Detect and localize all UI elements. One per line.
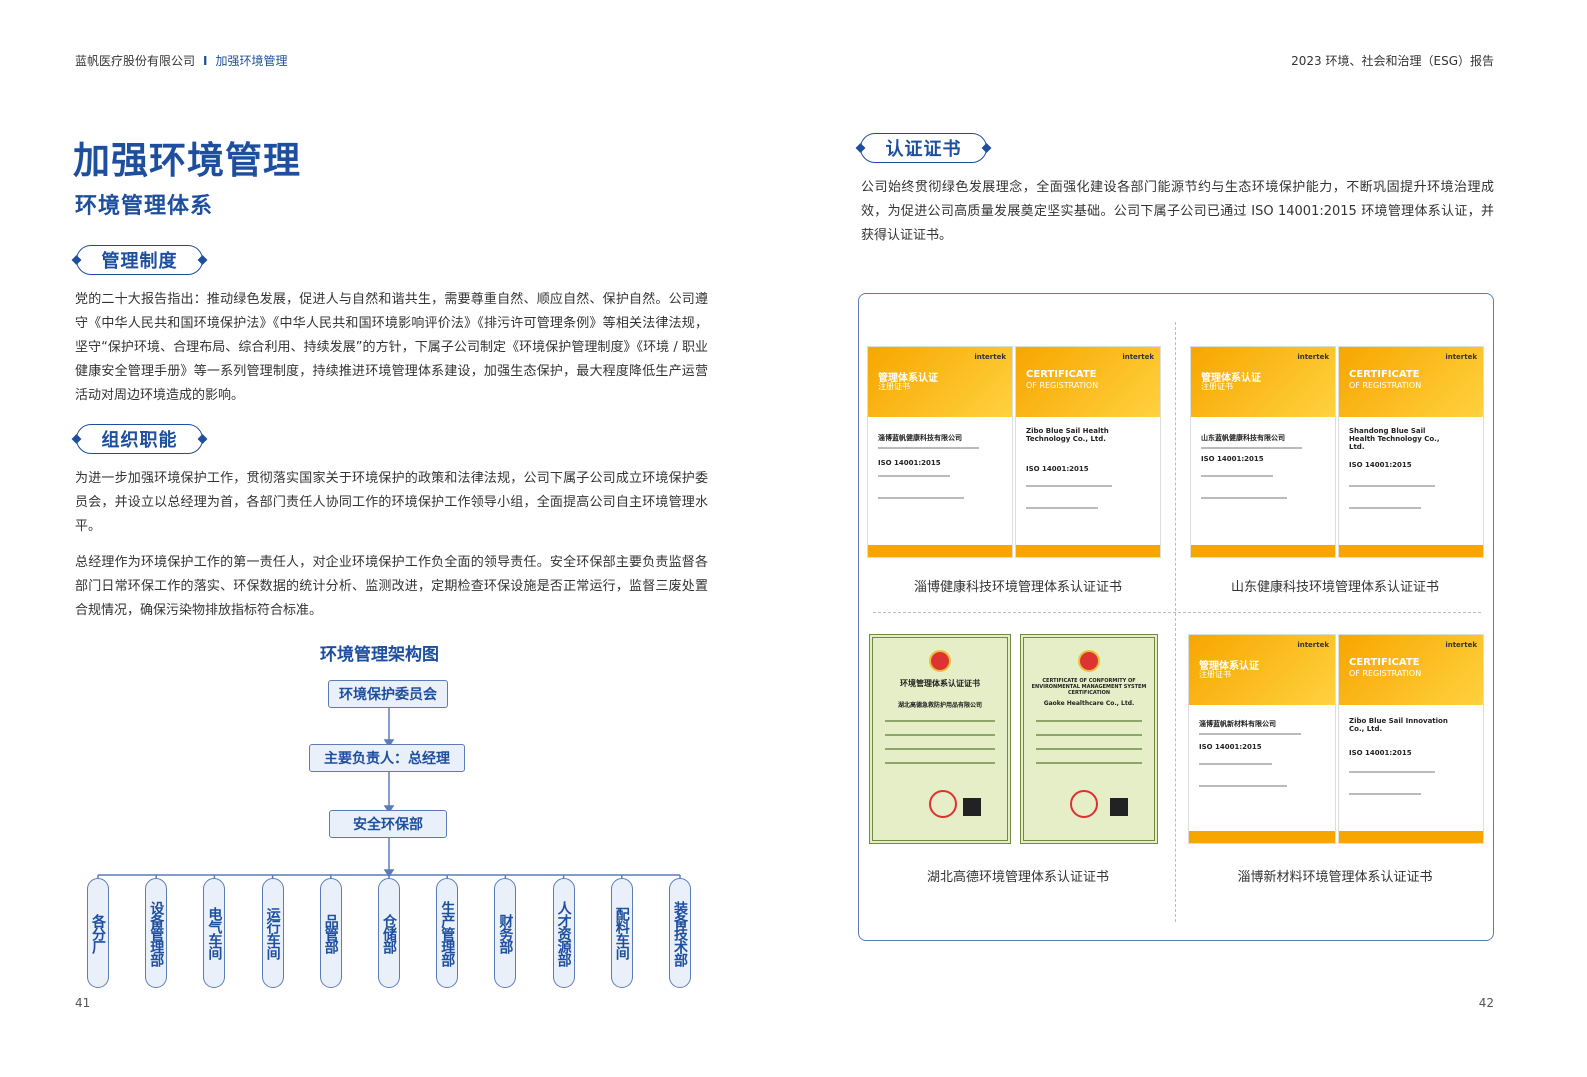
panel-divider-horizontal bbox=[873, 612, 1481, 613]
org-unit-5: 品管部 bbox=[319, 878, 342, 988]
org-unit-9: 人才资源部 bbox=[552, 878, 575, 988]
page-number-right: 42 bbox=[1478, 996, 1494, 1010]
cert-4-en: CERTIFICATE OF REGISTRATION intertek Zibo… bbox=[1338, 634, 1484, 844]
cert-3-caption: 湖北高德环境管理体系认证证书 bbox=[926, 870, 1109, 885]
org-unit-4: 运行车间 bbox=[261, 878, 284, 988]
org-box-safety-env-dept: 安全环保部 bbox=[329, 810, 447, 838]
report-name: 2023 环境、社会和治理（ESG）报告 bbox=[1291, 54, 1494, 68]
org-unit-2: 设备管理部 bbox=[145, 878, 168, 988]
org-unit-3: 电气车间 bbox=[203, 878, 226, 988]
cert-1-cn: 管理体系认证 注册证书 intertek 淄博蓝帆健康科技有限公司 ISO 140… bbox=[867, 346, 1013, 558]
org-unit-6: 仓储部 bbox=[378, 878, 400, 988]
certificates-text: 公司始终贯彻绿色发展理念，全面强化建设各部门能源节约与生态环境保护能力，不断巩固… bbox=[861, 180, 1494, 243]
page-number-left: 41 bbox=[75, 996, 91, 1010]
org-unit-7: 生产管理部 bbox=[436, 878, 459, 988]
section-pill-certificates: 认证证书 bbox=[860, 133, 987, 163]
cert-2-en: CERTIFICATE OF REGISTRATION intertek Shan… bbox=[1338, 346, 1484, 558]
org-chart-connectors bbox=[97, 708, 681, 878]
cert-1-en: CERTIFICATE OF REGISTRATION intertek Zibo… bbox=[1015, 346, 1161, 558]
org-unit-8: 财务部 bbox=[494, 878, 517, 988]
org-box-committee: 环境保护委员会 bbox=[328, 680, 448, 708]
org-unit-10: 配料车间 bbox=[610, 878, 633, 988]
org-unit-1: 各分厂 bbox=[87, 878, 109, 988]
panel-divider-vertical bbox=[1175, 322, 1176, 922]
cert-3-cn: 环境管理体系认证证书 湖北高德急救防护用品有限公司 bbox=[869, 634, 1011, 844]
cert-1-caption: 淄博健康科技环境管理体系认证证书 bbox=[913, 580, 1122, 595]
cert-3-en: CERTIFICATE OF CONFORMITY OF ENVIRONMENT… bbox=[1020, 634, 1158, 844]
cert-4-caption: 淄博新材料环境管理体系认证证书 bbox=[1237, 870, 1433, 885]
cert-2-caption: 山东健康科技环境管理体系认证证书 bbox=[1230, 580, 1439, 595]
org-unit-11: 装备技术部 bbox=[669, 878, 691, 988]
cert-4-cn: 管理体系认证 注册证书 intertek 淄博蓝帆新材料有限公司 ISO 1400… bbox=[1188, 634, 1336, 844]
org-box-general-manager: 主要负责人：总经理 bbox=[309, 744, 465, 772]
cert-2-cn: 管理体系认证 注册证书 intertek 山东蓝帆健康科技有限公司 ISO 140… bbox=[1190, 346, 1336, 558]
